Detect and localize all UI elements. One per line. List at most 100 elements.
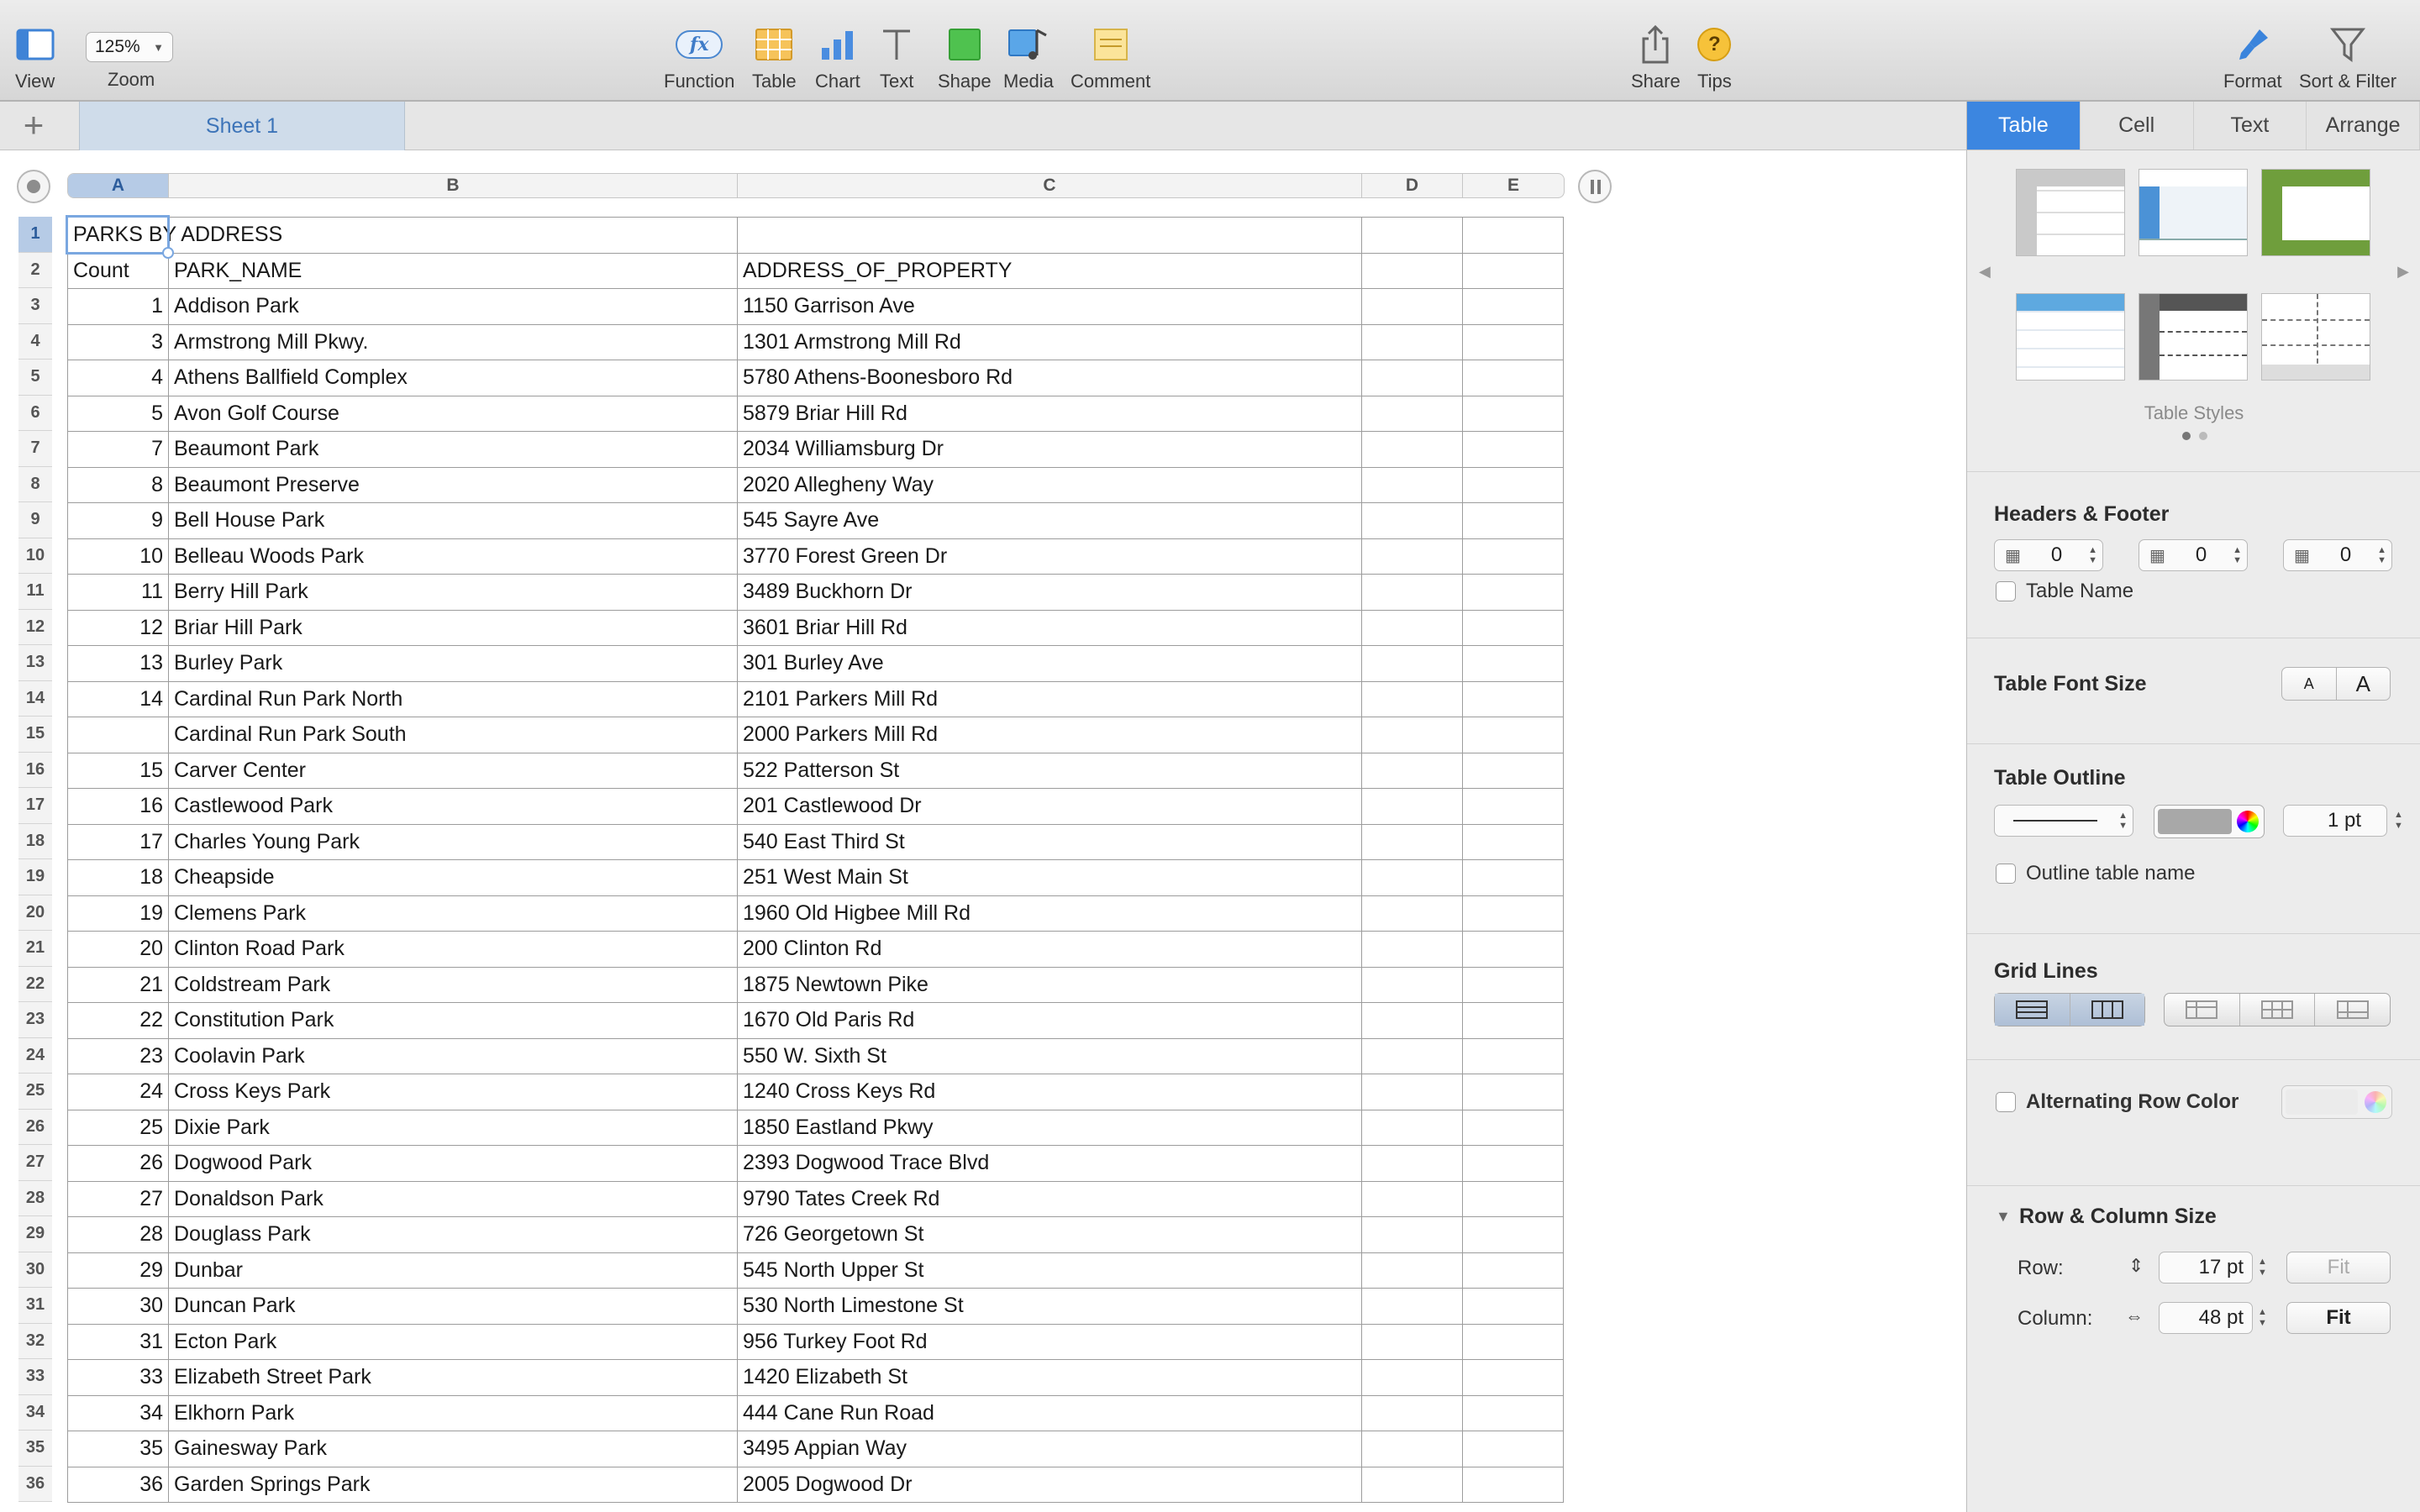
table-cell[interactable] xyxy=(1463,1395,1564,1431)
table-cell[interactable] xyxy=(1362,396,1463,432)
address-cell[interactable]: 301 Burley Ave xyxy=(738,646,1362,682)
footer-rows-stepper[interactable]: ▦ 0 ▲ ▼ xyxy=(2283,539,2392,571)
tab-table[interactable]: Table xyxy=(1967,102,2081,150)
park-name-cell[interactable]: Athens Ballfield Complex xyxy=(169,360,738,396)
count-cell[interactable]: 28 xyxy=(68,1217,169,1253)
address-cell[interactable]: 545 Sayre Ave xyxy=(738,503,1362,539)
row-header-5[interactable]: 5 xyxy=(18,360,52,396)
table-cell[interactable] xyxy=(1362,1181,1463,1217)
column-header-c[interactable]: C xyxy=(738,174,1362,197)
count-cell[interactable]: 25 xyxy=(68,1110,169,1146)
row-header-2[interactable]: 2 xyxy=(18,252,52,288)
comment-button[interactable]: Comment xyxy=(1071,24,1150,92)
table-cell[interactable] xyxy=(1463,681,1564,717)
table-cell[interactable] xyxy=(1362,681,1463,717)
count-cell[interactable]: 19 xyxy=(68,895,169,932)
address-cell[interactable]: 2005 Dogwood Dr xyxy=(738,1467,1362,1503)
address-cell[interactable]: 540 East Third St xyxy=(738,824,1362,860)
count-cell[interactable]: 10 xyxy=(68,538,169,575)
color-wheel-icon[interactable] xyxy=(2365,1091,2386,1113)
row-header-8[interactable]: 8 xyxy=(18,466,52,502)
row-header-1[interactable]: 1 xyxy=(18,217,52,253)
address-cell[interactable]: 1960 Old Higbee Mill Rd xyxy=(738,895,1362,932)
park-name-cell[interactable]: Cardinal Run Park North xyxy=(169,681,738,717)
column-header-d[interactable]: D xyxy=(1362,174,1463,197)
table-cell[interactable] xyxy=(1362,1324,1463,1360)
table-style-3[interactable] xyxy=(2261,169,2370,256)
table-cell[interactable] xyxy=(1463,717,1564,753)
count-cell[interactable]: 26 xyxy=(68,1146,169,1182)
table-cell[interactable] xyxy=(1362,503,1463,539)
row-header-9[interactable]: 9 xyxy=(18,502,52,538)
row-header-20[interactable]: 20 xyxy=(18,895,52,931)
outline-style-select[interactable]: ▲ ▼ xyxy=(1994,805,2133,837)
address-cell[interactable]: 2034 Williamsburg Dr xyxy=(738,432,1362,468)
row-header-11[interactable]: 11 xyxy=(18,574,52,610)
row-height-field[interactable]: 17 pt xyxy=(2159,1252,2253,1284)
column-width-field[interactable]: 48 pt xyxy=(2159,1302,2253,1334)
share-button[interactable]: Share xyxy=(1631,24,1681,92)
address-cell[interactable]: 2020 Allegheny Way xyxy=(738,467,1362,503)
count-cell[interactable]: 35 xyxy=(68,1431,169,1467)
footer-lines-button[interactable] xyxy=(2315,994,2390,1026)
park-name-cell[interactable]: Addison Park xyxy=(169,289,738,325)
row-header-19[interactable]: 19 xyxy=(18,859,52,895)
table-cell[interactable] xyxy=(1463,396,1564,432)
count-cell[interactable]: 16 xyxy=(68,789,169,825)
count-cell[interactable]: 33 xyxy=(68,1360,169,1396)
park-name-cell[interactable]: Bell House Park xyxy=(169,503,738,539)
table-cell[interactable] xyxy=(1362,467,1463,503)
table-cell[interactable] xyxy=(1463,860,1564,896)
tab-arrange[interactable]: Arrange xyxy=(2307,102,2420,150)
row-header-25[interactable]: 25 xyxy=(18,1074,52,1110)
row-header-24[interactable]: 24 xyxy=(18,1037,52,1074)
shape-button[interactable]: Shape xyxy=(938,24,992,92)
table-cell[interactable] xyxy=(1362,324,1463,360)
add-column-handle[interactable] xyxy=(1578,170,1612,203)
table-cell[interactable] xyxy=(1463,324,1564,360)
table-cell[interactable] xyxy=(1463,646,1564,682)
view-button[interactable]: View xyxy=(15,24,55,92)
table-cell[interactable] xyxy=(1463,432,1564,468)
tab-cell[interactable]: Cell xyxy=(2081,102,2194,150)
row-header-30[interactable]: 30 xyxy=(18,1252,52,1288)
row-fit-button[interactable]: Fit xyxy=(2286,1252,2391,1284)
park-name-cell[interactable]: Belleau Woods Park xyxy=(169,538,738,575)
park-name-cell[interactable]: Briar Hill Park xyxy=(169,610,738,646)
row-header-16[interactable]: 16 xyxy=(18,752,52,788)
row-header-10[interactable]: 10 xyxy=(18,538,52,574)
column-fit-button[interactable]: Fit xyxy=(2286,1302,2391,1334)
column-label-address[interactable]: ADDRESS_OF_PROPERTY xyxy=(738,253,1362,289)
table-cell[interactable] xyxy=(169,218,738,254)
park-name-cell[interactable]: Coldstream Park xyxy=(169,967,738,1003)
table-cell[interactable] xyxy=(1362,753,1463,789)
outline-table-name-checkbox[interactable] xyxy=(1996,864,2016,884)
row-header-23[interactable]: 23 xyxy=(18,1002,52,1038)
address-cell[interactable]: 550 W. Sixth St xyxy=(738,1038,1362,1074)
table-cell[interactable] xyxy=(1463,1289,1564,1325)
table-cell[interactable] xyxy=(1463,1181,1564,1217)
count-cell[interactable]: 9 xyxy=(68,503,169,539)
table-cell[interactable] xyxy=(1463,967,1564,1003)
tips-button[interactable]: ? Tips xyxy=(1697,24,1732,92)
park-name-cell[interactable]: Constitution Park xyxy=(169,1003,738,1039)
table-cell[interactable] xyxy=(1463,1217,1564,1253)
table-cell[interactable] xyxy=(1463,1360,1564,1396)
park-name-cell[interactable]: Donaldson Park xyxy=(169,1181,738,1217)
address-cell[interactable]: 3601 Briar Hill Rd xyxy=(738,610,1362,646)
header-rows-stepper[interactable]: ▦ 0 ▲ ▼ xyxy=(1994,539,2103,571)
count-cell[interactable]: 15 xyxy=(68,753,169,789)
address-cell[interactable]: 545 North Upper St xyxy=(738,1252,1362,1289)
count-cell[interactable]: 18 xyxy=(68,860,169,896)
table-cell[interactable] xyxy=(1362,1252,1463,1289)
increase-font-button[interactable]: A xyxy=(2337,668,2391,700)
row-header-13[interactable]: 13 xyxy=(18,645,52,681)
table-cell[interactable] xyxy=(1463,1467,1564,1503)
row-header-18[interactable]: 18 xyxy=(18,823,52,859)
column-header-a[interactable]: A xyxy=(68,174,169,197)
count-cell[interactable]: 4 xyxy=(68,360,169,396)
table-cell[interactable] xyxy=(1463,753,1564,789)
park-name-cell[interactable]: Douglass Park xyxy=(169,1217,738,1253)
row-header-33[interactable]: 33 xyxy=(18,1359,52,1395)
table-style-2[interactable] xyxy=(2139,169,2248,256)
